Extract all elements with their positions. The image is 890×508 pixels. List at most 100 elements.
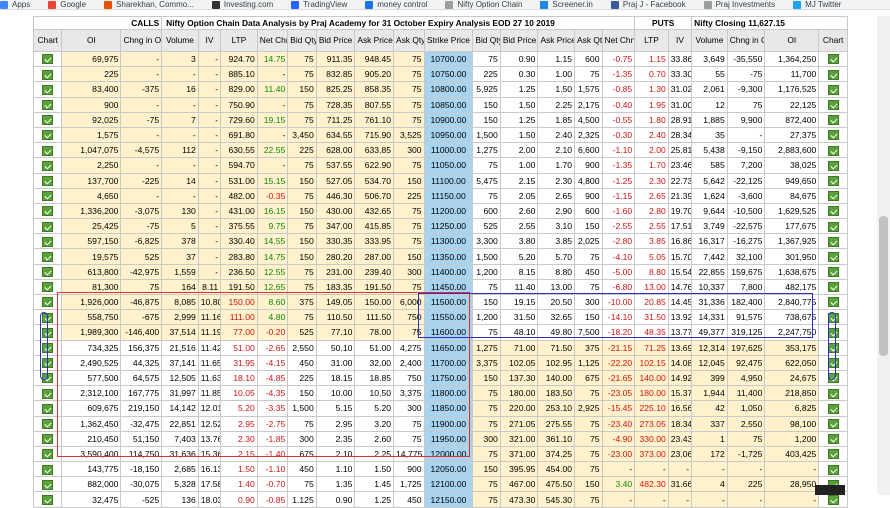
chart-icon[interactable] <box>42 327 54 338</box>
chart-icon[interactable] <box>827 282 839 293</box>
chart-icon[interactable] <box>42 479 54 490</box>
chart-icon[interactable] <box>827 358 839 369</box>
chart-icon[interactable] <box>42 312 54 323</box>
chart-icon[interactable] <box>42 115 54 126</box>
chart-icon[interactable] <box>827 449 839 460</box>
bookmark-3[interactable]: Investing.com <box>211 0 273 9</box>
call-chart-button[interactable] <box>32 187 63 204</box>
chart-icon[interactable] <box>827 236 839 247</box>
put-chart-button[interactable] <box>818 309 848 326</box>
chart-icon[interactable] <box>827 175 839 186</box>
put-chart-button[interactable] <box>818 461 848 478</box>
call-chart-button[interactable] <box>32 81 63 98</box>
put-chart-button[interactable] <box>818 142 848 159</box>
chart-icon[interactable] <box>827 327 839 338</box>
chart-icon[interactable] <box>827 494 839 505</box>
chart-icon[interactable] <box>827 221 839 232</box>
chart-icon[interactable] <box>827 160 839 171</box>
call-chart-button[interactable] <box>32 248 63 265</box>
chart-icon[interactable] <box>827 403 839 414</box>
chart-icon[interactable] <box>827 434 839 445</box>
call-chart-button[interactable] <box>32 172 63 189</box>
put-chart-button[interactable] <box>818 172 848 189</box>
bookmark-9[interactable]: Praj Investments <box>703 0 775 9</box>
bookmark-5[interactable]: money control <box>365 0 427 9</box>
put-chart-button[interactable] <box>818 202 848 220</box>
chart-icon[interactable] <box>827 145 839 156</box>
chart-icon[interactable] <box>42 145 54 156</box>
scrollbar-thumb[interactable] <box>879 216 888 356</box>
call-chart-button[interactable] <box>32 202 63 220</box>
call-chart-button[interactable] <box>32 233 63 250</box>
call-chart-button[interactable] <box>32 96 63 113</box>
chart-icon[interactable] <box>42 236 54 247</box>
put-chart-button[interactable] <box>818 339 848 356</box>
chart-icon[interactable] <box>827 84 839 95</box>
put-chart-button[interactable] <box>818 248 848 265</box>
call-chart-button[interactable] <box>32 491 63 508</box>
bookmark-7[interactable]: Screener.in <box>540 0 593 9</box>
chart-icon[interactable] <box>42 464 54 475</box>
call-chart-button[interactable] <box>32 400 63 417</box>
put-chart-button[interactable] <box>818 50 848 68</box>
bookmark-6[interactable]: Nifty Option Chain <box>445 0 522 9</box>
chart-icon[interactable] <box>42 434 54 445</box>
chart-icon[interactable] <box>42 69 54 80</box>
put-chart-button[interactable] <box>818 354 848 371</box>
chart-icon[interactable] <box>827 191 839 202</box>
chart-icon[interactable] <box>827 115 839 126</box>
chart-icon[interactable] <box>42 267 54 278</box>
put-chart-button[interactable] <box>818 400 848 417</box>
bookmark-1[interactable]: Google <box>48 0 86 9</box>
call-chart-button[interactable] <box>32 430 63 447</box>
chart-icon[interactable] <box>827 297 839 308</box>
chart-icon[interactable] <box>827 388 839 399</box>
chart-icon[interactable] <box>42 175 54 186</box>
call-chart-button[interactable] <box>32 354 63 371</box>
call-chart-button[interactable] <box>32 111 63 128</box>
call-chart-button[interactable] <box>32 324 63 341</box>
put-chart-button[interactable] <box>818 81 848 98</box>
chart-icon[interactable] <box>42 373 54 384</box>
chart-icon[interactable] <box>827 464 839 475</box>
put-chart-button[interactable] <box>818 385 848 402</box>
chart-icon[interactable] <box>42 206 54 217</box>
call-chart-button[interactable] <box>32 369 63 387</box>
chart-icon[interactable] <box>42 221 54 232</box>
put-chart-button[interactable] <box>818 263 848 280</box>
chart-icon[interactable] <box>42 130 54 141</box>
chart-icon[interactable] <box>42 282 54 293</box>
chart-icon[interactable] <box>42 494 54 505</box>
put-chart-button[interactable] <box>818 111 848 128</box>
chart-icon[interactable] <box>827 206 839 217</box>
chart-icon[interactable] <box>42 449 54 460</box>
put-chart-button[interactable] <box>818 126 848 144</box>
put-chart-button[interactable] <box>818 445 848 463</box>
put-chart-button[interactable] <box>818 218 848 235</box>
put-chart-button[interactable] <box>818 369 848 387</box>
call-chart-button[interactable] <box>32 218 63 235</box>
chart-icon[interactable] <box>827 343 839 354</box>
call-chart-button[interactable] <box>32 126 63 144</box>
call-chart-button[interactable] <box>32 278 63 296</box>
chart-icon[interactable] <box>42 418 54 429</box>
chart-icon[interactable] <box>827 267 839 278</box>
chart-icon[interactable] <box>827 373 839 384</box>
put-chart-button[interactable] <box>818 278 848 296</box>
put-chart-button[interactable] <box>818 233 848 250</box>
chart-icon[interactable] <box>827 251 839 262</box>
bookmark-2[interactable]: Sharekhan, Commo... <box>104 0 194 9</box>
call-chart-button[interactable] <box>32 157 63 174</box>
call-chart-button[interactable] <box>32 142 63 159</box>
chart-icon[interactable] <box>42 403 54 414</box>
call-chart-button[interactable] <box>32 309 63 326</box>
chart-icon[interactable] <box>827 312 839 323</box>
chart-icon[interactable] <box>42 54 54 65</box>
put-chart-button[interactable] <box>818 430 848 447</box>
call-chart-button[interactable] <box>32 50 63 68</box>
put-chart-button[interactable] <box>818 293 848 311</box>
put-chart-button[interactable] <box>818 66 848 83</box>
call-chart-button[interactable] <box>32 339 63 356</box>
bookmark-10[interactable]: MJ Twitter <box>793 0 841 9</box>
call-chart-button[interactable] <box>32 263 63 280</box>
